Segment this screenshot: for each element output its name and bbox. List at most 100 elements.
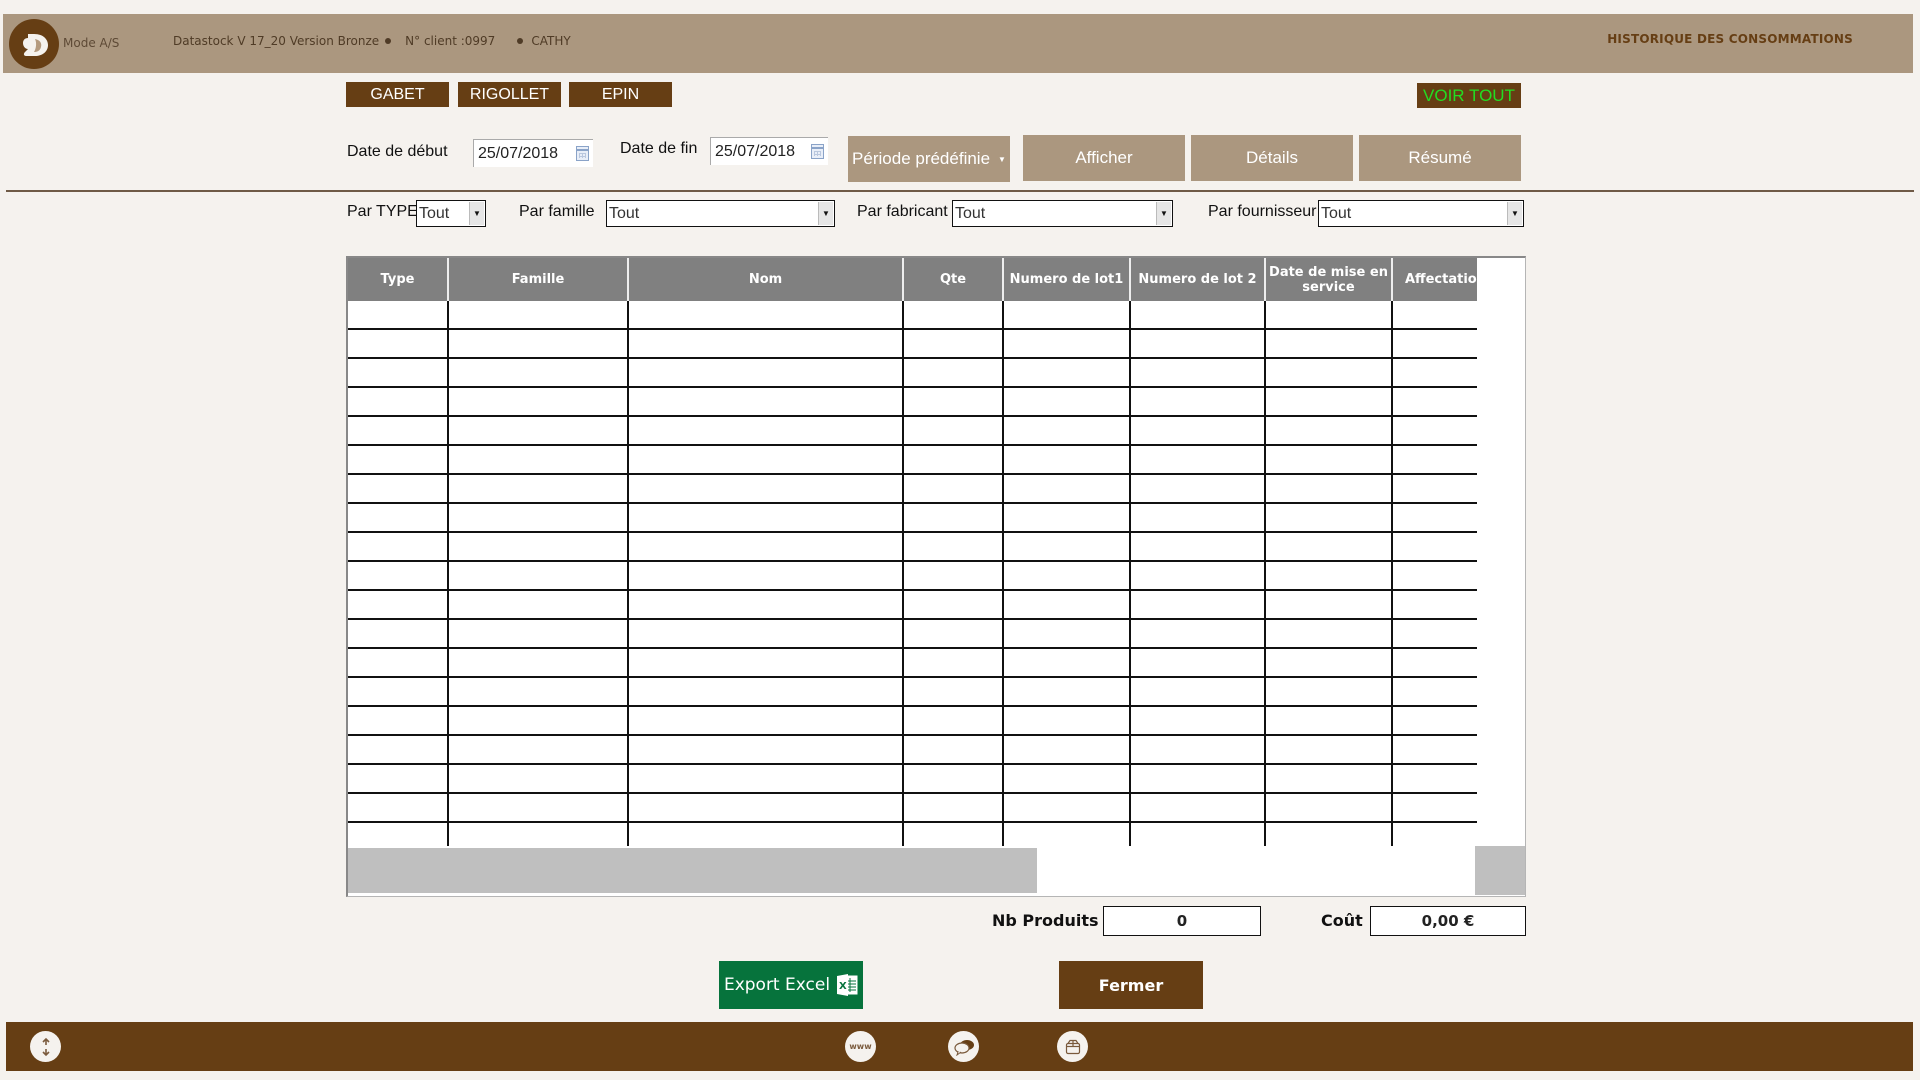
filter-fabricant-select[interactable]: Tout ▼ [952, 200, 1173, 227]
table-cell[interactable] [1004, 417, 1131, 444]
chevron-down-icon[interactable]: ▼ [469, 202, 484, 225]
table-cell[interactable] [1004, 591, 1131, 618]
table-cell[interactable] [449, 475, 629, 502]
table-cell[interactable] [348, 504, 449, 531]
table-cell[interactable] [1393, 417, 1477, 444]
table-cell[interactable] [1266, 562, 1393, 589]
table-row[interactable] [348, 475, 1477, 504]
table-cell[interactable] [348, 591, 449, 618]
table-cell[interactable] [1131, 765, 1266, 792]
table-cell[interactable] [904, 475, 1004, 502]
table-cell[interactable] [629, 388, 904, 415]
table-cell[interactable] [449, 765, 629, 792]
table-cell[interactable] [1393, 504, 1477, 531]
table-cell[interactable] [348, 620, 449, 647]
table-cell[interactable] [904, 504, 1004, 531]
fermer-button[interactable]: Fermer [1059, 961, 1203, 1009]
table-cell[interactable] [629, 765, 904, 792]
table-cell[interactable] [449, 330, 629, 357]
table-cell[interactable] [348, 823, 449, 846]
scrollbar-thumb[interactable] [348, 848, 1037, 893]
table-cell[interactable] [1004, 794, 1131, 821]
filter-famille-select[interactable]: Tout ▼ [606, 200, 835, 227]
table-cell[interactable] [629, 736, 904, 763]
table-row[interactable] [348, 736, 1477, 765]
table-cell[interactable] [629, 504, 904, 531]
table-cell[interactable] [1266, 823, 1393, 846]
table-cell[interactable] [1393, 823, 1477, 846]
table-cell[interactable] [904, 736, 1004, 763]
table-cell[interactable] [629, 591, 904, 618]
table-cell[interactable] [1004, 736, 1131, 763]
table-cell[interactable] [1266, 649, 1393, 676]
table-row[interactable] [348, 330, 1477, 359]
table-row[interactable] [348, 359, 1477, 388]
filter-type-select[interactable]: Tout ▼ [416, 200, 486, 227]
table-cell[interactable] [1266, 504, 1393, 531]
table-cell[interactable] [904, 562, 1004, 589]
box-icon[interactable] [1057, 1031, 1088, 1062]
table-row[interactable] [348, 765, 1477, 794]
table-cell[interactable] [1266, 765, 1393, 792]
table-cell[interactable] [348, 649, 449, 676]
column-header-lot2[interactable]: Numero de lot 2 [1131, 258, 1266, 301]
table-row[interactable] [348, 417, 1477, 446]
table-cell[interactable] [1131, 359, 1266, 386]
table-cell[interactable] [1131, 446, 1266, 473]
table-cell[interactable] [1266, 794, 1393, 821]
table-cell[interactable] [1393, 620, 1477, 647]
table-cell[interactable] [1393, 765, 1477, 792]
table-cell[interactable] [1004, 707, 1131, 734]
table-cell[interactable] [1131, 330, 1266, 357]
table-cell[interactable] [449, 533, 629, 560]
table-cell[interactable] [1131, 678, 1266, 705]
table-cell[interactable] [1266, 388, 1393, 415]
table-cell[interactable] [1393, 301, 1477, 328]
table-cell[interactable] [1266, 591, 1393, 618]
table-cell[interactable] [1131, 388, 1266, 415]
table-cell[interactable] [449, 388, 629, 415]
table-cell[interactable] [449, 359, 629, 386]
table-cell[interactable] [1393, 359, 1477, 386]
end-date-field[interactable]: 25/07/2018 [710, 137, 828, 165]
table-cell[interactable] [1131, 794, 1266, 821]
table-cell[interactable] [449, 678, 629, 705]
table-cell[interactable] [629, 678, 904, 705]
table-cell[interactable] [1004, 301, 1131, 328]
table-row[interactable] [348, 533, 1477, 562]
table-cell[interactable] [1393, 591, 1477, 618]
table-cell[interactable] [1266, 620, 1393, 647]
table-cell[interactable] [1266, 359, 1393, 386]
table-cell[interactable] [904, 823, 1004, 846]
table-row[interactable] [348, 388, 1477, 417]
table-cell[interactable] [1393, 388, 1477, 415]
column-header-famille[interactable]: Famille [449, 258, 629, 301]
table-cell[interactable] [1266, 736, 1393, 763]
table-cell[interactable] [1393, 649, 1477, 676]
table-cell[interactable] [1266, 533, 1393, 560]
table-cell[interactable] [348, 533, 449, 560]
www-icon[interactable]: www [845, 1031, 876, 1062]
table-cell[interactable] [629, 359, 904, 386]
site-button-epin[interactable]: EPIN [569, 82, 672, 107]
table-cell[interactable] [1266, 330, 1393, 357]
table-cell[interactable] [449, 591, 629, 618]
table-cell[interactable] [1131, 533, 1266, 560]
table-cell[interactable] [1004, 823, 1131, 846]
table-cell[interactable] [1131, 591, 1266, 618]
column-header-nom[interactable]: Nom [629, 258, 904, 301]
table-cell[interactable] [1266, 475, 1393, 502]
table-cell[interactable] [348, 794, 449, 821]
table-cell[interactable] [904, 765, 1004, 792]
table-cell[interactable] [348, 562, 449, 589]
table-cell[interactable] [449, 504, 629, 531]
table-cell[interactable] [1393, 330, 1477, 357]
table-cell[interactable] [1266, 707, 1393, 734]
table-cell[interactable] [348, 736, 449, 763]
table-cell[interactable] [1131, 707, 1266, 734]
table-cell[interactable] [348, 707, 449, 734]
calendar-icon[interactable] [811, 144, 824, 159]
table-row[interactable] [348, 620, 1477, 649]
table-cell[interactable] [1004, 446, 1131, 473]
table-cell[interactable] [1393, 475, 1477, 502]
